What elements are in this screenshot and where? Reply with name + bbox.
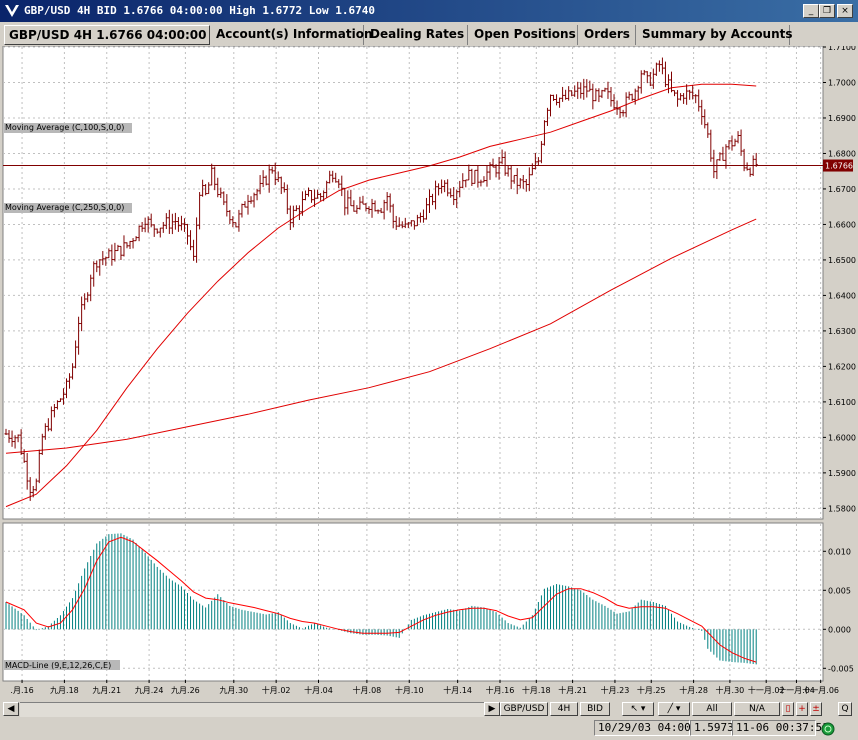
time-axis-label: 十月.21 [558,685,587,695]
close-button[interactable]: × [837,4,853,18]
ma250-label: Moving Average (C,250,S,0,0) [5,203,124,212]
time-axis-label: 十月.14 [443,685,472,695]
crosshair-button[interactable]: + [796,702,808,716]
price-axis-label: 1.6100 [828,398,856,407]
time-axis-label: 十一月.06 [802,685,839,695]
time-axis-label: 十月.25 [637,685,666,695]
time-axis-label: 十月.02 [262,685,291,695]
bar-chart-button[interactable]: ▯ [782,702,794,716]
time-axis-label: 十月.10 [395,685,424,695]
macd-axis-label: 0.000 [828,625,851,634]
price-chart[interactable]: 1.7100 1.7000 1.6900 1.6800 1.6700 1.6600 1.65… [0,46,858,700]
price-axis-label: 1.6700 [828,185,856,194]
price-axis-label: 1.6600 [828,220,856,229]
tab-orders[interactable]: Orders [580,25,636,45]
price-type-button[interactable]: BID [580,702,610,716]
drawing-tool-button[interactable]: ╱ ▾ [658,702,690,716]
window-title: GBP/USD 4H BID 1.6766 04:00:00 High 1.67… [24,4,375,17]
time-axis-label: 十月.30 [716,685,745,695]
chart-area[interactable]: 1.7100 1.7000 1.6900 1.6800 1.6700 1.6600 1.65… [0,46,858,700]
trendline-icon: ╱ ▾ [667,704,681,714]
price-axis-label: 1.7000 [828,78,856,87]
zoom-icon: ± [812,704,820,714]
time-axis-label: 十月.04 [304,685,333,695]
macd-axis-label: -0.005 [828,664,854,673]
restore-button[interactable]: ❐ [819,4,835,18]
tab-account-information[interactable]: Account(s) Information [212,25,373,45]
time-axis-label: 十月.16 [486,685,515,695]
current-price-label: 1.6766 [825,162,853,171]
ma100-label: Moving Average (C,100,S,0,0) [5,123,124,132]
price-axis-label: 1.6500 [828,256,856,265]
price-axis-label: 1.6800 [828,149,856,158]
status-bar: ◀ ▶ GBP/USD 4H BID ↖ ▾ ╱ ▾ All N/A ▯ + ±… [0,700,858,740]
price-axis-label: 1.5900 [828,469,856,478]
tab-summary-by-accounts[interactable]: Summary by Accounts [638,25,793,45]
price-axis-label: 1.6300 [828,327,856,336]
time-axis-label: 十月.18 [522,685,551,695]
candle-icon: ▯ [785,704,791,714]
time-axis-label: 九月.21 [92,686,121,695]
symbol-button[interactable]: GBP/USD [500,702,548,716]
macd-axis-label: 0.005 [828,586,851,595]
price-axis-label: 1.6400 [828,291,856,300]
price-axis-label: 1.5800 [828,504,856,513]
cursor-icon: ↖ ▾ [630,704,646,714]
time-axis-label: .月.16 [10,686,33,695]
timeframe-button[interactable]: 4H [550,702,578,716]
macd-label: MACD-Line (9,E,12,26,C,E) [5,661,111,670]
price-axis-label: 1.6000 [828,433,856,442]
time-axis-label: 九月.24 [135,686,164,695]
na-button[interactable]: N/A [734,702,780,716]
quote-button[interactable]: Q [838,702,852,716]
scroll-left-button[interactable]: ◀ [3,702,19,716]
cursor-tool-button[interactable]: ↖ ▾ [622,702,654,716]
tab-bar: GBP/USD 4H 1.6766 04:00:00 Account(s) In… [0,22,858,46]
title-bar: GBP/USD 4H BID 1.6766 04:00:00 High 1.67… [0,0,858,22]
clock-readout: 11-06 00:37:51 [732,720,829,736]
price-axis-label: 1.6900 [828,114,856,123]
tab-chart[interactable]: GBP/USD 4H 1.6766 04:00:00 [4,25,210,45]
connection-status-icon [821,722,835,736]
app-logo-icon [5,5,19,17]
tab-open-positions[interactable]: Open Positions [470,25,578,45]
horizontal-scrollbar[interactable] [20,702,484,717]
time-axis-label: 十月.28 [679,685,708,695]
all-button[interactable]: All [692,702,732,716]
minimize-button[interactable]: _ [803,4,819,18]
price-axis-label: 1.7100 [828,46,856,52]
datetime-readout: 10/29/03 04:00 [594,720,691,736]
tab-dealing-rates[interactable]: Dealing Rates [366,25,468,45]
macd-axis-label: 0.010 [828,547,851,556]
cursor-price-readout: 1.5973 [690,720,734,736]
time-axis-label: 九月.18 [50,686,79,695]
crosshair-icon: + [798,704,806,714]
time-axis-label: 十月.08 [353,685,382,695]
time-axis-label: 九月.26 [171,686,200,695]
time-axis-label: 九月.30 [219,686,248,695]
time-axis-label: 十月.23 [601,685,630,695]
scroll-right-button[interactable]: ▶ [484,702,500,716]
price-axis-label: 1.6200 [828,362,856,371]
zoom-button[interactable]: ± [810,702,822,716]
